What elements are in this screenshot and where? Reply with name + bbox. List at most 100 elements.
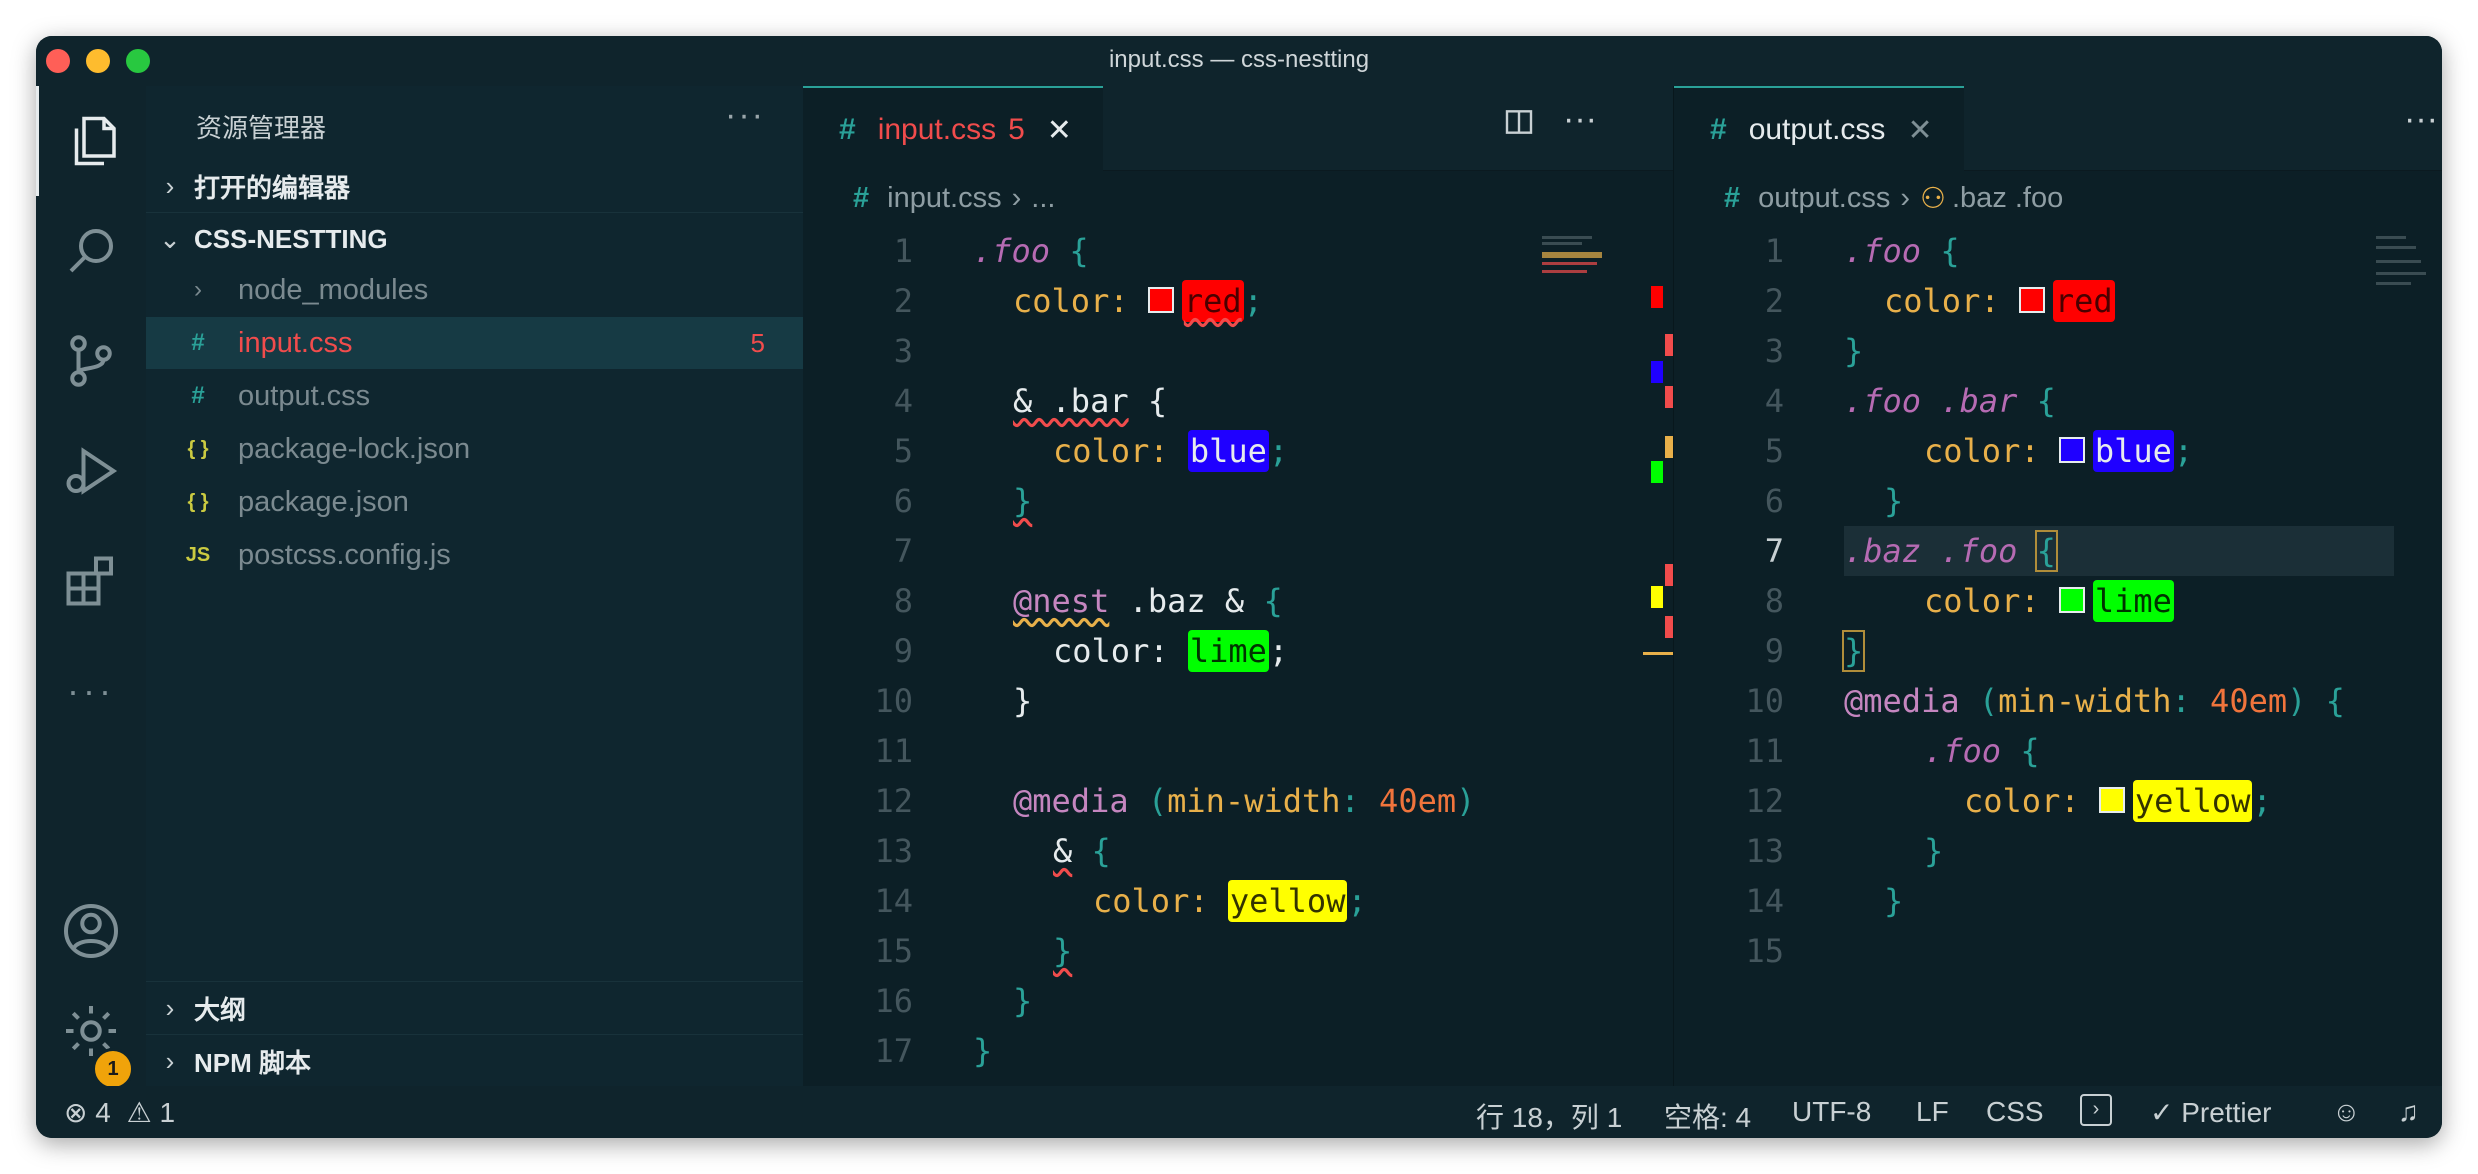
property: color: bbox=[1013, 282, 1129, 320]
color-swatch-red[interactable] bbox=[2018, 287, 2045, 313]
selector: .foo bbox=[973, 232, 1051, 270]
project-label: CSS-NESTTING bbox=[194, 223, 388, 254]
project-section[interactable]: ⌄ CSS-NESTTING bbox=[146, 212, 803, 265]
editor-more-icon[interactable]: ··· bbox=[2404, 100, 2438, 139]
chevron-right-icon: › bbox=[1900, 181, 1910, 214]
left-editor-pane: # input.css 5 ✕ ··· # input.css › ... 1.… bbox=[803, 86, 1674, 1086]
source-control-icon[interactable] bbox=[36, 306, 146, 416]
line-number: 10 bbox=[874, 682, 913, 720]
run-debug-icon[interactable] bbox=[36, 416, 146, 526]
overview-marker bbox=[1651, 286, 1663, 308]
json-file-icon: { } bbox=[187, 490, 209, 513]
close-tab-icon[interactable]: ✕ bbox=[1047, 113, 1072, 148]
property: color: bbox=[1053, 632, 1169, 670]
vscode-window: input.css — css-nestting ··· 1 资源管理器 ···… bbox=[36, 36, 2442, 1138]
color-swatch-yellow[interactable] bbox=[2098, 787, 2125, 813]
line-number: 10 bbox=[1745, 682, 1784, 720]
search-icon[interactable] bbox=[36, 196, 146, 306]
selector: .foo bbox=[1924, 732, 2002, 770]
overview-marker bbox=[1643, 652, 1673, 655]
file-name: package-lock.json bbox=[238, 432, 471, 465]
feedback-icon[interactable]: ☺ bbox=[2332, 1096, 2361, 1128]
chevron-right-icon: › bbox=[165, 992, 175, 1023]
property: color: bbox=[1884, 282, 2000, 320]
manage-gear-icon[interactable]: 1 bbox=[36, 976, 146, 1090]
split-editor-icon[interactable] bbox=[1503, 106, 1535, 138]
color-swatch-blue[interactable] bbox=[2058, 437, 2085, 463]
open-editors-section[interactable]: › 打开的编辑器 bbox=[146, 160, 803, 212]
overview-marker bbox=[1665, 334, 1673, 356]
indentation[interactable]: 空格: 4 bbox=[1664, 1096, 1751, 1136]
selector: .baz .foo bbox=[1844, 532, 2018, 570]
overview-marker bbox=[1651, 586, 1663, 608]
breadcrumb-symbol[interactable]: .baz .foo bbox=[1952, 182, 2063, 215]
tree-item-package-lock-json[interactable]: { } package-lock.json bbox=[146, 423, 803, 475]
line-number: 17 bbox=[874, 1032, 913, 1070]
css-file-icon: # bbox=[839, 113, 856, 146]
status-bar: ⊗ 4 ⚠ 1 行 18，列 1 空格: 4 UTF-8 LF CSS › ✓ … bbox=[36, 1086, 2442, 1138]
line-number: 6 bbox=[1764, 482, 1784, 520]
check-double-icon: ✓ bbox=[2150, 1097, 2174, 1128]
activity-bar: ··· 1 bbox=[36, 86, 149, 1090]
tree-item-postcss-config-js[interactable]: JS postcss.config.js bbox=[146, 529, 803, 581]
notifications-bell-icon[interactable]: ♫ bbox=[2398, 1096, 2419, 1128]
close-tab-icon[interactable]: ✕ bbox=[1907, 113, 1932, 148]
end-of-line[interactable]: LF bbox=[1916, 1096, 1949, 1128]
media-value: 40em bbox=[2210, 682, 2288, 720]
line-number: 6 bbox=[893, 482, 913, 520]
breadcrumb-file[interactable]: input.css bbox=[887, 182, 1001, 215]
tree-item-output-css[interactable]: # output.css bbox=[146, 370, 803, 422]
title-bar: input.css — css-nestting bbox=[36, 36, 2442, 86]
chevron-right-icon: › bbox=[194, 276, 202, 303]
line-number: 8 bbox=[1764, 582, 1784, 620]
js-file-icon: JS bbox=[185, 543, 211, 566]
extensions-icon[interactable] bbox=[36, 526, 146, 636]
cursor-position[interactable]: 行 18，列 1 bbox=[1476, 1096, 1622, 1136]
css-file-icon: # bbox=[1724, 181, 1741, 214]
line-number: 14 bbox=[874, 882, 913, 920]
language-mode[interactable]: CSS bbox=[1986, 1096, 2044, 1128]
sidebar-title: 资源管理器 bbox=[196, 113, 327, 143]
breadcrumb: # output.css › ⚇ .baz .foo bbox=[1674, 170, 2442, 226]
line-number: 15 bbox=[874, 932, 913, 970]
minimap[interactable] bbox=[2374, 232, 2434, 292]
css-file-icon: # bbox=[853, 181, 870, 214]
breadcrumb-rest[interactable]: ... bbox=[1031, 182, 1055, 215]
window-title: input.css — css-nestting bbox=[1108, 46, 1370, 73]
file-name: node_modules bbox=[238, 273, 429, 306]
color-swatch-lime[interactable] bbox=[2058, 587, 2085, 613]
explorer-sidebar: 资源管理器 ··· › 打开的编辑器 ⌄ CSS-NESTTING › node… bbox=[146, 86, 803, 1086]
tree-item-package-json[interactable]: { } package.json bbox=[146, 476, 803, 528]
npm-scripts-section[interactable]: › NPM 脚本 bbox=[146, 1034, 803, 1087]
editor-more-icon[interactable]: ··· bbox=[1563, 100, 1597, 139]
sidebar-more-button[interactable]: ··· bbox=[725, 96, 765, 135]
line-number: 2 bbox=[1764, 282, 1784, 320]
line-number: 11 bbox=[874, 732, 913, 770]
more-icon[interactable]: ··· bbox=[36, 636, 146, 746]
account-icon[interactable] bbox=[36, 876, 146, 986]
tab-error-count: 5 bbox=[1008, 113, 1025, 146]
property: color: bbox=[1924, 582, 2040, 620]
overview-marker bbox=[1665, 616, 1673, 638]
tree-item-input-css[interactable]: # input.css 5 bbox=[146, 317, 803, 369]
minimap[interactable] bbox=[1538, 232, 1608, 282]
line-number: 13 bbox=[874, 832, 913, 870]
npm-scripts-label: NPM 脚本 bbox=[194, 1047, 312, 1078]
at-rule: @nest bbox=[1013, 582, 1110, 620]
color-swatch-red[interactable] bbox=[1147, 287, 1174, 313]
prettier-status[interactable]: ✓ Prettier bbox=[2150, 1096, 2272, 1129]
problem-count: 5 bbox=[750, 327, 765, 358]
overview-marker bbox=[1665, 436, 1673, 458]
explorer-icon[interactable] bbox=[36, 86, 149, 196]
tree-item-node-modules[interactable]: › node_modules bbox=[146, 264, 803, 316]
problems-indicator[interactable]: ⊗ 4 ⚠ 1 bbox=[64, 1096, 175, 1129]
terminal-icon[interactable]: › bbox=[2080, 1094, 2112, 1126]
encoding[interactable]: UTF-8 bbox=[1792, 1096, 1871, 1128]
tab-output-css[interactable]: # output.css ✕ bbox=[1674, 86, 1964, 172]
line-number: 14 bbox=[1745, 882, 1784, 920]
tab-input-css[interactable]: # input.css 5 ✕ bbox=[803, 86, 1103, 172]
warning-icon: ⚠ bbox=[126, 1097, 152, 1128]
left-tab-bar: # input.css 5 ✕ ··· bbox=[803, 86, 1673, 172]
breadcrumb-file[interactable]: output.css bbox=[1758, 182, 1890, 215]
outline-section[interactable]: › 大纲 bbox=[146, 981, 803, 1034]
